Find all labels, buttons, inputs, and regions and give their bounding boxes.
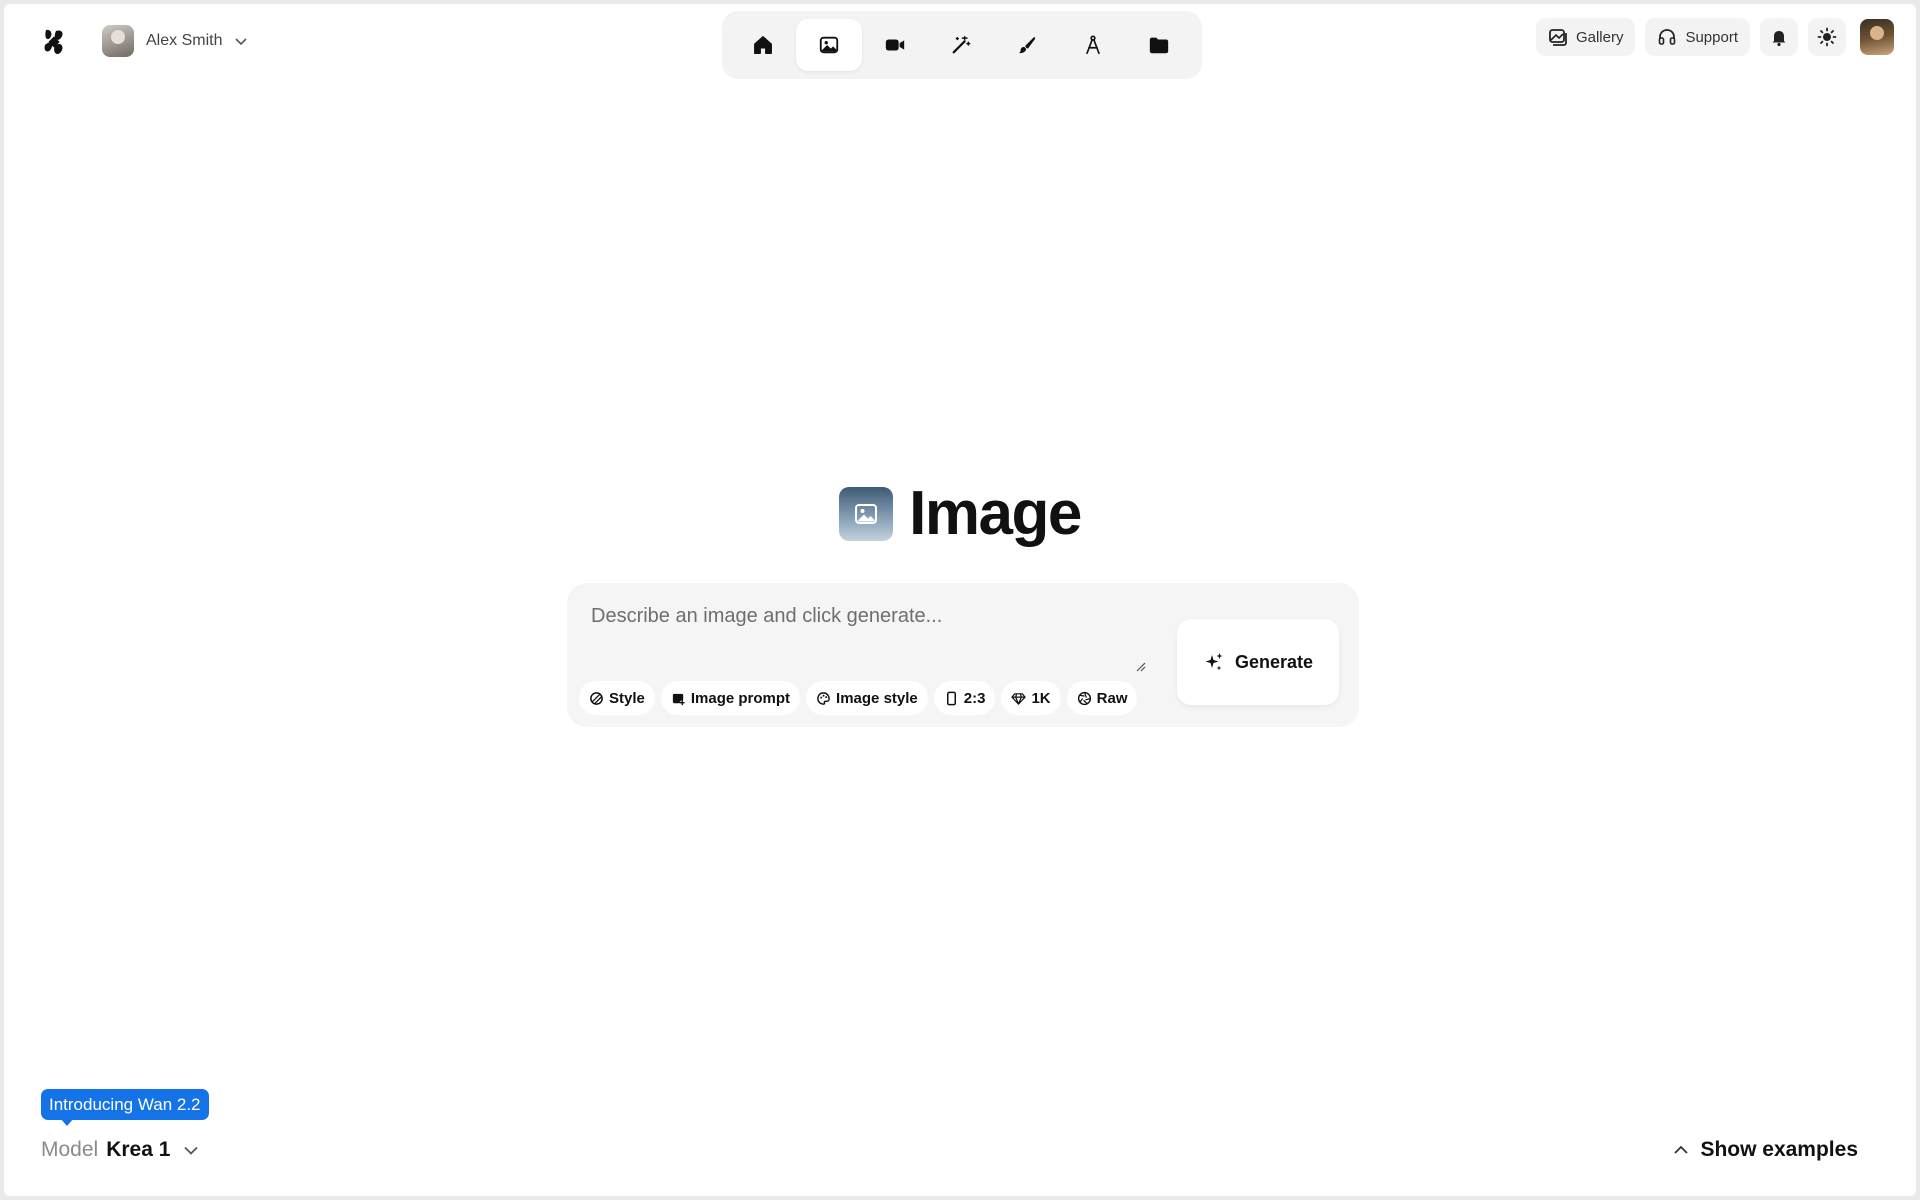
aperture-icon bbox=[1077, 691, 1091, 705]
announcement-text: Introducing Wan 2.2 bbox=[49, 1094, 201, 1114]
resolution-chip[interactable]: 1K bbox=[1001, 681, 1061, 715]
user-avatar[interactable] bbox=[1860, 19, 1894, 55]
show-examples-button[interactable]: Show examples bbox=[1672, 1138, 1858, 1162]
folder-icon bbox=[1149, 37, 1169, 54]
workspace-avatar bbox=[102, 25, 134, 57]
magic-wand-icon bbox=[952, 36, 971, 54]
theme-toggle-button[interactable] bbox=[1808, 18, 1846, 56]
resize-handle-icon[interactable] bbox=[1136, 662, 1146, 672]
home-icon bbox=[754, 36, 772, 54]
app-window: Alex Smith Gallery Support Image Describ… bbox=[4, 4, 1916, 1196]
diamond-icon bbox=[1011, 692, 1027, 705]
chevron-up-icon bbox=[1674, 1145, 1689, 1154]
aspect-ratio-chip-label: 2:3 bbox=[963, 689, 986, 707]
account-switcher[interactable]: Alex Smith bbox=[102, 25, 248, 57]
sparkles-icon bbox=[1205, 653, 1223, 671]
headset-icon bbox=[1659, 29, 1676, 45]
announcement-tail bbox=[60, 1118, 74, 1126]
chevron-down-icon bbox=[184, 1146, 199, 1155]
support-button[interactable]: Support bbox=[1645, 18, 1750, 56]
page-hero: Image bbox=[4, 478, 1916, 549]
krea-logo-icon[interactable] bbox=[42, 28, 66, 58]
tool-edit-button[interactable] bbox=[994, 19, 1060, 71]
model-value: Krea 1 bbox=[106, 1138, 171, 1161]
video-camera-icon bbox=[885, 39, 905, 51]
prompt-input[interactable] bbox=[585, 599, 1135, 655]
model-selector[interactable]: Model Krea 1 bbox=[41, 1138, 200, 1162]
generate-button[interactable]: Generate bbox=[1177, 619, 1339, 705]
portrait-frame-icon bbox=[946, 691, 956, 705]
tool-video-button[interactable] bbox=[862, 19, 928, 71]
tool-home-button[interactable] bbox=[730, 19, 796, 71]
chevron-down-icon bbox=[235, 38, 248, 46]
page-title: Image bbox=[909, 479, 1082, 548]
compass-icon bbox=[1086, 35, 1100, 55]
raw-chip[interactable]: Raw bbox=[1066, 681, 1138, 715]
account-name: Alex Smith bbox=[146, 32, 223, 49]
brush-icon bbox=[1018, 36, 1036, 54]
image-prompt-chip-label: Image prompt bbox=[690, 689, 791, 707]
model-label: Model bbox=[41, 1138, 99, 1161]
notifications-button[interactable] bbox=[1760, 18, 1798, 56]
tool-image-button[interactable] bbox=[796, 19, 862, 71]
image-prompt-chip[interactable]: Image prompt bbox=[660, 681, 801, 715]
gallery-button[interactable]: Gallery bbox=[1535, 18, 1636, 56]
style-chip[interactable]: Style bbox=[579, 681, 655, 715]
top-right-actions: Gallery Support bbox=[1535, 18, 1894, 56]
image-add-icon bbox=[672, 693, 685, 705]
announcement-badge[interactable]: Introducing Wan 2.2 bbox=[41, 1089, 209, 1120]
image-icon bbox=[819, 36, 839, 54]
style-icon bbox=[590, 691, 603, 705]
prompt-panel: Style Image prompt Image style 2:3 1K Ra… bbox=[567, 583, 1359, 727]
tool-train-button[interactable] bbox=[1060, 19, 1126, 71]
gallery-icon bbox=[1549, 29, 1567, 46]
tool-assets-button[interactable] bbox=[1126, 19, 1192, 71]
aspect-ratio-chip[interactable]: 2:3 bbox=[933, 681, 996, 715]
generate-label: Generate bbox=[1234, 651, 1314, 672]
prompt-options: Style Image prompt Image style 2:3 1K Ra… bbox=[579, 681, 1138, 715]
raw-chip-label: Raw bbox=[1096, 689, 1128, 707]
style-chip-label: Style bbox=[609, 689, 645, 707]
tool-enhance-button[interactable] bbox=[928, 19, 994, 71]
image-style-chip-label: Image style bbox=[836, 689, 918, 707]
bell-icon bbox=[1772, 31, 1786, 47]
image-tool-icon bbox=[839, 486, 894, 541]
sun-icon bbox=[1817, 27, 1837, 47]
show-examples-label: Show examples bbox=[1700, 1138, 1858, 1161]
support-label: Support bbox=[1685, 28, 1738, 46]
resolution-chip-label: 1K bbox=[1031, 689, 1051, 707]
tool-navigation bbox=[722, 11, 1202, 79]
palette-icon bbox=[817, 691, 830, 705]
image-style-chip[interactable]: Image style bbox=[806, 681, 928, 715]
gallery-label: Gallery bbox=[1575, 28, 1624, 46]
